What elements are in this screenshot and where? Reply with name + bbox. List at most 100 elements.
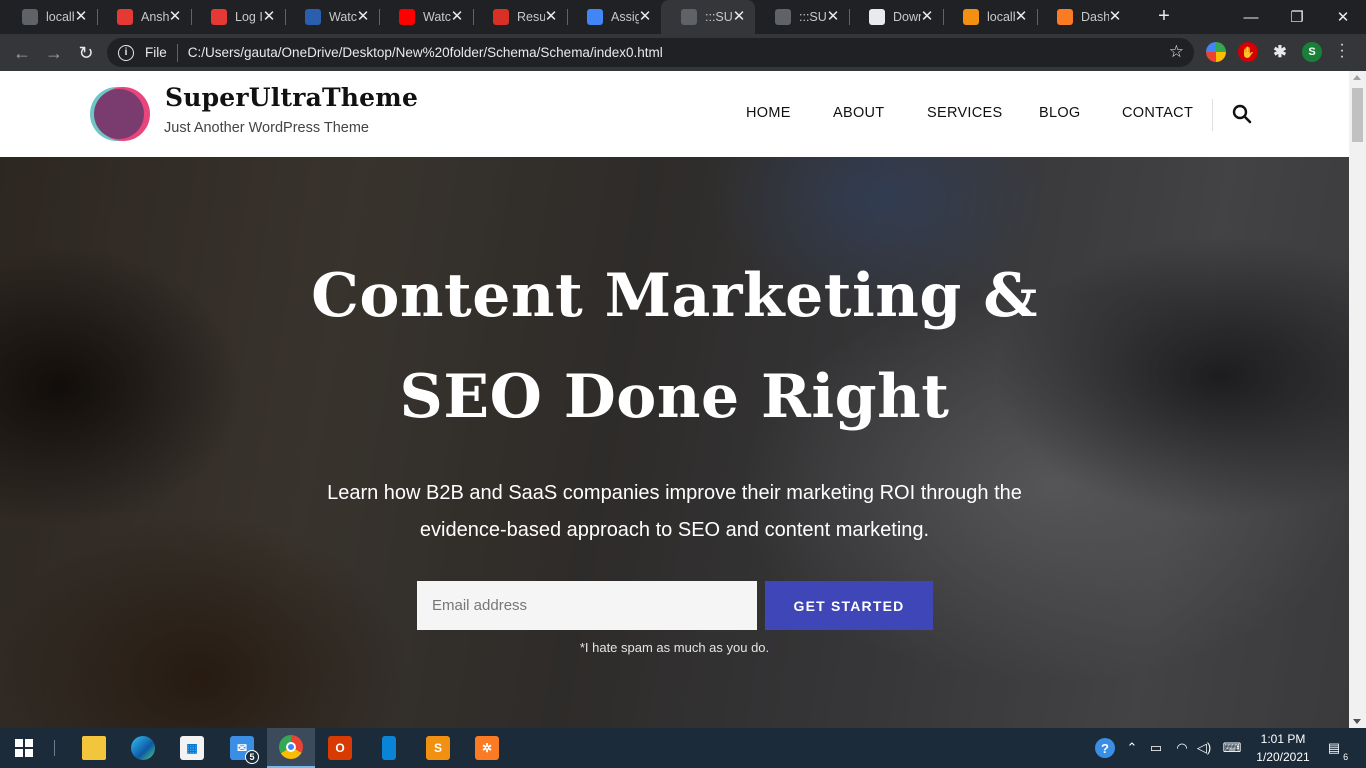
xampp-icon[interactable]: ✲ xyxy=(463,728,511,768)
globe-icon xyxy=(775,9,791,25)
tab-title: :::SUP xyxy=(799,10,827,24)
taskbar-clock[interactable]: 1:01 PM 1/20/2021 xyxy=(1248,730,1318,766)
site-info-icon[interactable]: i xyxy=(118,44,134,61)
address-bar[interactable]: i File C:/Users/gauta/OneDrive/Desktop/N… xyxy=(107,38,1194,67)
search-icon[interactable] xyxy=(1232,104,1252,124)
tab-title: localh xyxy=(46,10,74,24)
wifi-icon[interactable]: ◠ xyxy=(1172,728,1192,768)
notification-count: 6 xyxy=(1343,752,1349,762)
taskbar-divider xyxy=(54,740,55,756)
hero-subtitle-line-1: Learn how B2B and SaaS companies improve… xyxy=(327,482,1022,504)
help-tray-icon[interactable]: ? xyxy=(1094,728,1116,768)
tab-title: localh xyxy=(987,10,1015,24)
xampp-icon xyxy=(1057,9,1073,25)
new-tab-button[interactable]: + xyxy=(1153,6,1175,28)
browser-tab[interactable]: localh✕ xyxy=(2,0,97,34)
tab-close-icon[interactable]: ✕ xyxy=(543,9,559,25)
tab-close-icon[interactable]: ✕ xyxy=(261,9,277,25)
spam-note: *I hate spam as much as you do. xyxy=(579,640,770,655)
youtube-icon xyxy=(399,9,415,25)
nav-about[interactable]: ABOUT xyxy=(833,105,884,121)
browser-menu-icon[interactable]: · · · xyxy=(1337,37,1347,65)
browser-tab[interactable]: Resun✕ xyxy=(473,0,567,34)
tab-title: Resun xyxy=(517,10,545,24)
store-icon[interactable]: ▦ xyxy=(168,728,216,768)
browser-tab[interactable]: Log Ir✕ xyxy=(191,0,285,34)
hero-title-line-1: Content Marketing & xyxy=(311,261,1038,331)
bookmark-star-icon[interactable]: ☆ xyxy=(1169,42,1184,62)
stream-icon xyxy=(305,9,321,25)
browser-tab[interactable]: :::SUP✕ xyxy=(755,0,849,34)
tab-title: Dashl xyxy=(1081,10,1109,24)
browser-tab[interactable]: Watcl ✕ xyxy=(379,0,473,34)
tab-title: Watcl xyxy=(329,10,357,24)
mail-badge: 5 xyxy=(245,750,259,764)
sublime-text-icon[interactable]: S xyxy=(414,728,462,768)
get-started-button[interactable]: GET STARTED xyxy=(765,581,933,630)
tab-close-icon[interactable]: ✕ xyxy=(919,9,935,25)
gmail-icon xyxy=(493,9,509,25)
site-title[interactable]: SuperUltraTheme xyxy=(165,83,418,112)
extension-color-icon[interactable] xyxy=(1206,42,1226,62)
minimize-button[interactable]: — xyxy=(1228,0,1274,34)
keyboard-icon[interactable]: ⌨ xyxy=(1220,728,1244,768)
reload-button[interactable]: ↻ xyxy=(73,40,99,66)
mail-icon[interactable]: ✉ 5 xyxy=(218,728,266,768)
tab-close-icon[interactable]: ✕ xyxy=(1107,9,1123,25)
browser-tab[interactable]: Down✕ xyxy=(849,0,943,34)
scroll-up-icon[interactable] xyxy=(1353,75,1361,80)
show-hidden-icons-icon[interactable]: ⌃ xyxy=(1124,728,1140,768)
edge-icon[interactable] xyxy=(119,728,167,768)
tab-title: Assig xyxy=(611,10,639,24)
browser-tab[interactable]: Watcl ✕ xyxy=(285,0,379,34)
window-close-button[interactable]: ✕ xyxy=(1320,0,1366,34)
email-input[interactable] xyxy=(417,581,757,630)
office-icon[interactable]: O xyxy=(316,728,364,768)
nav-contact[interactable]: CONTACT xyxy=(1122,105,1193,121)
site-tagline: Just Another WordPress Theme xyxy=(164,120,369,136)
tab-close-icon[interactable]: ✕ xyxy=(449,9,465,25)
extensions-puzzle-icon[interactable]: ✱ xyxy=(1270,42,1290,62)
start-button[interactable] xyxy=(0,728,48,768)
phone-app-icon[interactable] xyxy=(365,728,413,768)
battery-icon[interactable]: ▭ xyxy=(1146,728,1166,768)
tab-close-icon[interactable]: ✕ xyxy=(1013,9,1029,25)
site-logo-icon xyxy=(211,9,227,25)
nav-services[interactable]: SERVICES xyxy=(927,105,1002,121)
nav-blog[interactable]: BLOG xyxy=(1039,105,1081,121)
browser-tab[interactable]: Anshu✕ xyxy=(97,0,191,34)
page-scrollbar[interactable] xyxy=(1349,71,1366,728)
scrollbar-thumb[interactable] xyxy=(1352,88,1363,142)
nav-home[interactable]: HOME xyxy=(746,105,791,121)
tab-close-icon[interactable]: ✕ xyxy=(825,9,841,25)
nav-divider xyxy=(1212,99,1213,131)
browser-toolbar: ← → ↻ i File C:/Users/gauta/OneDrive/Des… xyxy=(0,34,1366,71)
notification-center-icon[interactable]: ▤ 6 xyxy=(1322,728,1349,768)
browser-tab[interactable]: Assig ✕ xyxy=(567,0,661,34)
scroll-down-icon[interactable] xyxy=(1353,719,1361,724)
file-explorer-icon[interactable] xyxy=(70,728,118,768)
browser-tab[interactable]: Dashl✕ xyxy=(1037,0,1131,34)
globe-icon xyxy=(681,9,697,25)
forward-button[interactable]: → xyxy=(41,40,67,66)
extension-hand-icon[interactable]: ✋ xyxy=(1238,42,1258,62)
tab-close-icon[interactable]: ✕ xyxy=(167,9,183,25)
browser-tab[interactable]: :::SUP✕ xyxy=(661,0,755,34)
restore-button[interactable]: ❐ xyxy=(1274,0,1320,34)
chrome-icon[interactable] xyxy=(267,728,315,768)
tab-title: Log Ir xyxy=(235,10,263,24)
phpmyadmin-icon xyxy=(963,9,979,25)
profile-avatar[interactable]: S xyxy=(1302,42,1322,62)
url-text[interactable]: C:/Users/gauta/OneDrive/Desktop/New%20fo… xyxy=(188,45,663,60)
volume-icon[interactable]: ◁) xyxy=(1194,728,1214,768)
wordpress-icon xyxy=(869,9,885,25)
tab-close-icon[interactable]: ✕ xyxy=(73,9,89,25)
scheme-label: File xyxy=(145,45,167,60)
tab-close-icon[interactable]: ✕ xyxy=(637,9,653,25)
back-button[interactable]: ← xyxy=(9,40,35,66)
site-logo[interactable] xyxy=(90,87,150,141)
tab-close-icon[interactable]: ✕ xyxy=(355,9,371,25)
tab-close-icon[interactable]: ✕ xyxy=(731,9,747,25)
browser-tab[interactable]: localh✕ xyxy=(943,0,1037,34)
docs-icon xyxy=(587,9,603,25)
